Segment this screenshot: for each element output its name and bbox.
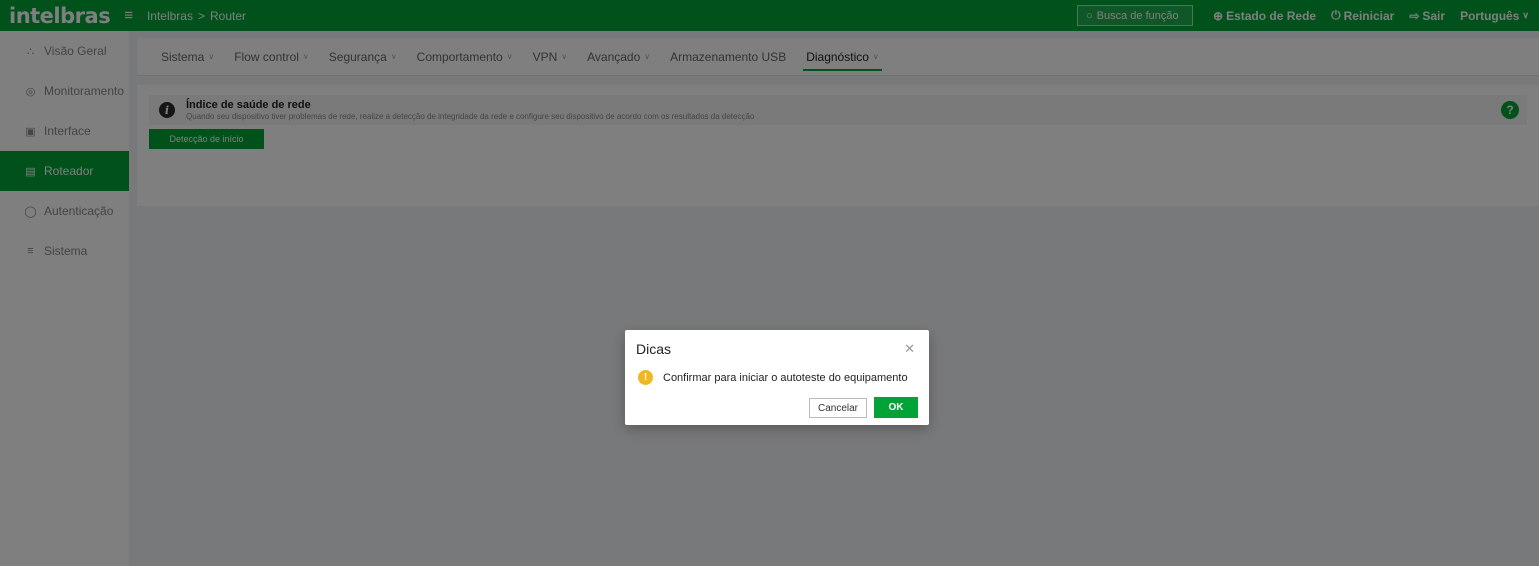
- cancel-button[interactable]: Cancelar: [809, 398, 867, 418]
- dialog-message: Confirmar para iniciar o autoteste do eq…: [663, 371, 908, 384]
- close-icon[interactable]: ✕: [904, 341, 915, 357]
- warning-icon: !: [638, 370, 653, 385]
- ok-button[interactable]: OK: [874, 397, 918, 418]
- dialog-title: Dicas: [636, 341, 672, 357]
- confirm-dialog: Dicas ✕ ! Confirmar para iniciar o autot…: [625, 330, 929, 425]
- modal-overlay[interactable]: [0, 0, 1539, 566]
- dialog-body: ! Confirmar para iniciar o autoteste do …: [638, 370, 908, 385]
